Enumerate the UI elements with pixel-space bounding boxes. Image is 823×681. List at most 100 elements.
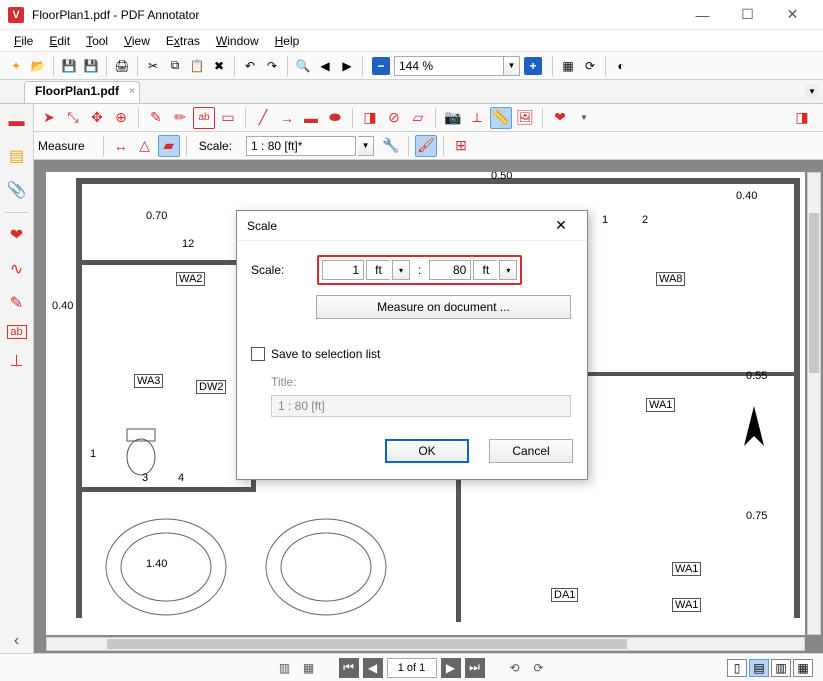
- rect-tool-icon[interactable]: ▬: [300, 107, 322, 129]
- sidebar-chevron-left-icon[interactable]: ‹: [5, 629, 29, 653]
- note-tool-icon[interactable]: ▭: [217, 107, 239, 129]
- ruler-tool-icon[interactable]: 📏: [490, 107, 512, 129]
- select-tool-icon[interactable]: ⤡: [62, 107, 84, 129]
- undo-icon[interactable]: ↶: [240, 56, 260, 76]
- camera-icon[interactable]: 📷: [442, 107, 464, 129]
- save-icon[interactable]: 💾: [59, 56, 79, 76]
- color-picker-icon[interactable]: 🖌: [415, 135, 437, 157]
- compass-icon: [734, 406, 774, 452]
- fullscreen-icon[interactable]: ◐: [611, 56, 631, 76]
- search-icon[interactable]: 🔍: [293, 56, 313, 76]
- whiteout-icon[interactable]: ▱: [407, 107, 429, 129]
- menu-file[interactable]: File: [6, 32, 41, 50]
- ellipse-tool-icon[interactable]: ⬬: [324, 107, 346, 129]
- page-layout-2-icon[interactable]: ▦: [299, 658, 319, 678]
- document-tab[interactable]: FloorPlan1.pdf ×: [24, 81, 140, 103]
- page-indicator[interactable]: 1 of 1: [387, 658, 437, 678]
- nav-forward-button[interactable]: ⟳: [529, 658, 549, 678]
- favorites-dropdown-icon[interactable]: ▼: [573, 107, 595, 129]
- vertical-scrollbar[interactable]: [807, 172, 821, 635]
- snap-icon[interactable]: ⊞: [450, 135, 472, 157]
- zoom-out-button[interactable]: −: [372, 57, 390, 75]
- line-tool-icon[interactable]: ╱: [252, 107, 274, 129]
- search-next-icon[interactable]: ▶: [337, 56, 357, 76]
- horizontal-scrollbar[interactable]: [46, 637, 805, 651]
- next-page-button[interactable]: ▶: [441, 658, 461, 678]
- text-tool-icon[interactable]: ab: [193, 107, 215, 129]
- nav-back-button[interactable]: ⟲: [505, 658, 525, 678]
- lasso-erase-icon[interactable]: ⊘: [383, 107, 405, 129]
- pen-tool-icon[interactable]: ✎: [145, 107, 167, 129]
- scale-left-unit-dropdown[interactable]: ▾: [392, 260, 410, 280]
- arrow-shape-icon[interactable]: →: [276, 107, 298, 129]
- dim-label: 0.70: [146, 210, 167, 222]
- tab-close-icon[interactable]: ×: [129, 86, 135, 97]
- sidebar-files-icon[interactable]: ▤: [5, 144, 29, 168]
- delete-icon[interactable]: ✖: [209, 56, 229, 76]
- view-continuous-icon[interactable]: ▤: [749, 659, 769, 677]
- view-book-icon[interactable]: ▦: [793, 659, 813, 677]
- zoom-input[interactable]: [394, 56, 504, 76]
- scale-combo[interactable]: [246, 136, 356, 156]
- scale-left-value[interactable]: [322, 260, 364, 280]
- maximize-button[interactable]: ☐: [725, 0, 770, 30]
- menu-extras[interactable]: Extras: [158, 32, 208, 50]
- save-as-icon[interactable]: 💾: [81, 56, 101, 76]
- view-two-page-icon[interactable]: ▥: [771, 659, 791, 677]
- measure-distance-icon[interactable]: ↔: [110, 135, 132, 157]
- eraser-sidebar-icon[interactable]: ◨: [791, 107, 813, 129]
- sidebar-pen-icon[interactable]: ∿: [5, 257, 29, 281]
- ok-button[interactable]: OK: [385, 439, 469, 463]
- menu-tool[interactable]: Tool: [78, 32, 116, 50]
- redo-icon[interactable]: ↷: [262, 56, 282, 76]
- page-layout-1-icon[interactable]: ▥: [275, 658, 295, 678]
- crop-icon[interactable]: ⟂: [466, 107, 488, 129]
- measure-perimeter-icon[interactable]: △: [134, 135, 156, 157]
- sidebar-stamp-icon[interactable]: ⊥: [5, 349, 29, 373]
- paste-icon[interactable]: 📋: [187, 56, 207, 76]
- sidebar-favorites-icon[interactable]: ❤: [5, 223, 29, 247]
- scale-right-unit-dropdown[interactable]: ▾: [499, 260, 517, 280]
- minimize-button[interactable]: —: [680, 0, 725, 30]
- new-icon[interactable]: ✦: [6, 56, 26, 76]
- sidebar-text-icon[interactable]: ab: [7, 325, 27, 339]
- view-single-icon[interactable]: ▯: [727, 659, 747, 677]
- print-icon[interactable]: 🖨: [112, 56, 132, 76]
- pan-tool-icon[interactable]: ✥: [86, 107, 108, 129]
- search-prev-icon[interactable]: ◀: [315, 56, 335, 76]
- prev-page-button[interactable]: ◀: [363, 658, 383, 678]
- eraser-tool-icon[interactable]: ◨: [359, 107, 381, 129]
- tab-overflow-dropdown[interactable]: ▼: [805, 84, 819, 98]
- cancel-button[interactable]: Cancel: [489, 439, 573, 463]
- last-page-button[interactable]: ⏭: [465, 658, 485, 678]
- image-tool-icon[interactable]: 🖼: [514, 107, 536, 129]
- measure-area-icon[interactable]: ▰: [158, 135, 180, 157]
- sidebar-color-swatch[interactable]: ▬: [5, 110, 29, 134]
- menu-edit[interactable]: Edit: [41, 32, 78, 50]
- copy-icon[interactable]: ⧉: [165, 56, 185, 76]
- arrow-tool-icon[interactable]: ➤: [38, 107, 60, 129]
- cut-icon[interactable]: ✂: [143, 56, 163, 76]
- highlighter-tool-icon[interactable]: ✏: [169, 107, 191, 129]
- scale-dropdown[interactable]: ▼: [358, 136, 374, 156]
- dialog-close-button[interactable]: ✕: [545, 212, 577, 240]
- menubar: File Edit Tool View Extras Window Help: [0, 30, 823, 52]
- menu-help[interactable]: Help: [267, 32, 308, 50]
- menu-window[interactable]: Window: [208, 32, 267, 50]
- rotate-icon[interactable]: ⟳: [580, 56, 600, 76]
- menu-view[interactable]: View: [116, 32, 158, 50]
- sidebar-pencil-icon[interactable]: ✎: [5, 291, 29, 315]
- page-layout-icon[interactable]: ▦: [558, 56, 578, 76]
- zoom-in-button[interactable]: +: [524, 57, 542, 75]
- measure-on-document-button[interactable]: Measure on document ...: [316, 295, 571, 319]
- zoom-tool-icon[interactable]: ⊕: [110, 107, 132, 129]
- sidebar-attachment-icon[interactable]: 📎: [5, 178, 29, 202]
- open-icon[interactable]: 📂: [28, 56, 48, 76]
- zoom-dropdown[interactable]: ▼: [504, 56, 520, 76]
- close-button[interactable]: ✕: [770, 0, 815, 30]
- favorites-icon[interactable]: ❤: [549, 107, 571, 129]
- scale-settings-icon[interactable]: 🔧: [380, 135, 402, 157]
- first-page-button[interactable]: ⏮: [339, 658, 359, 678]
- save-selection-checkbox[interactable]: [251, 347, 265, 361]
- scale-right-value[interactable]: [429, 260, 471, 280]
